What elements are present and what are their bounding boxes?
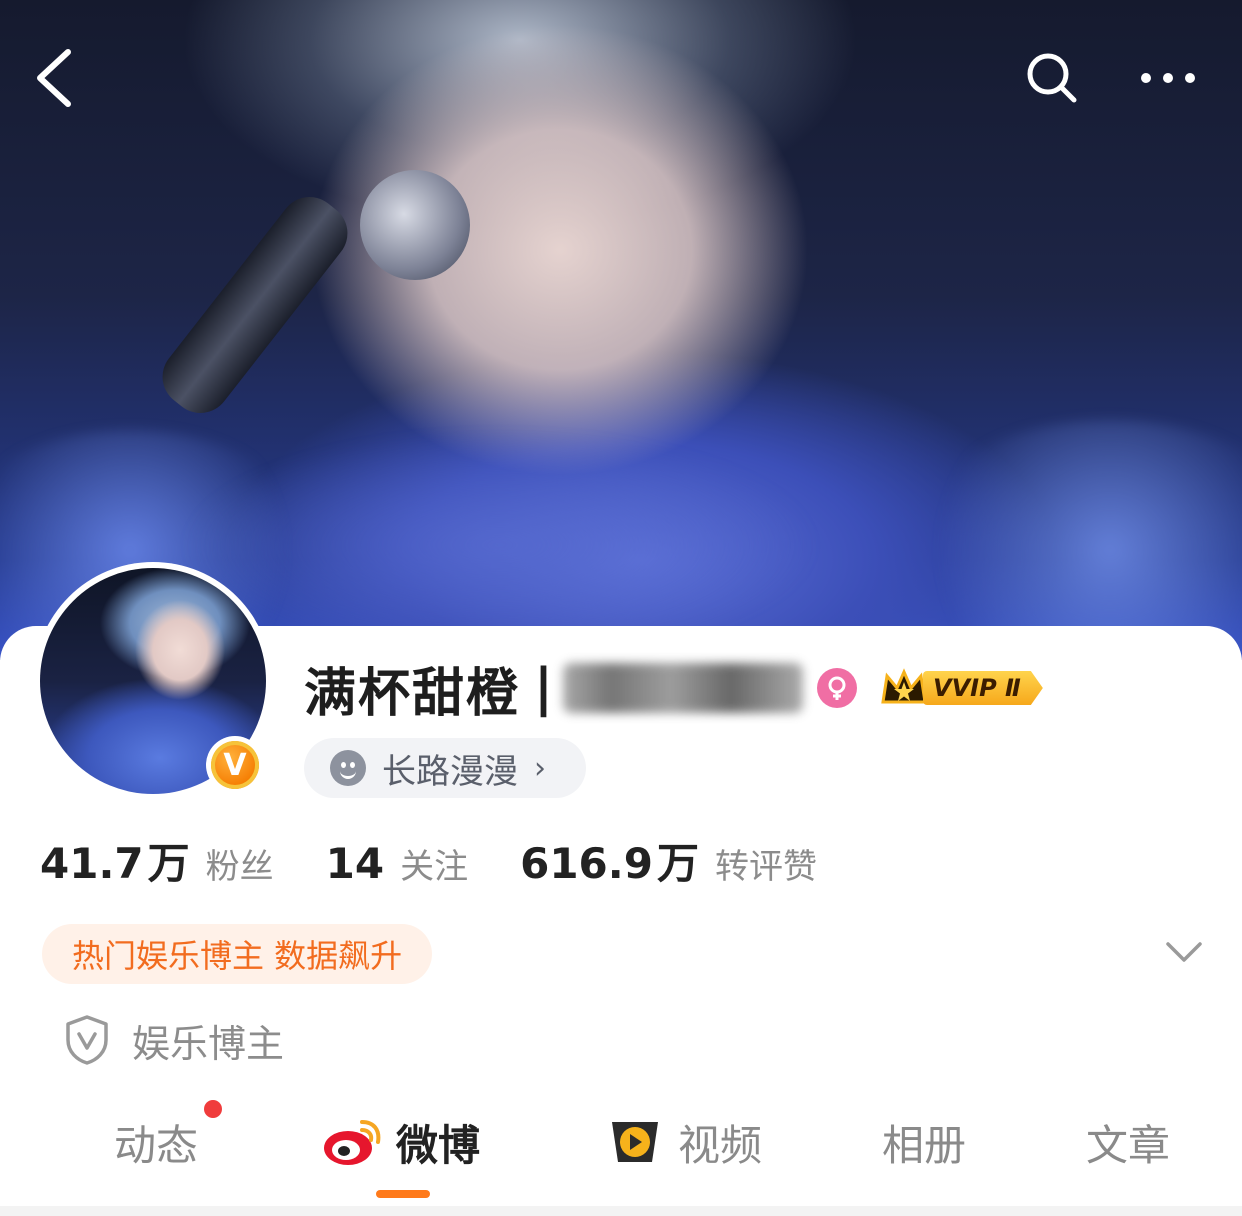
category-row[interactable]: 娱乐博主 xyxy=(64,1010,284,1070)
interactions-count: 616.9 xyxy=(520,839,653,888)
smile-icon xyxy=(330,750,366,786)
shield-v-icon xyxy=(66,1015,108,1065)
chevron-left-icon xyxy=(37,49,71,107)
stats-row: 41.7 万 粉丝 14 关注 616.9 万 转评赞 xyxy=(40,830,869,894)
name-row: 满杯甜橙 | VVIP Ⅱ xyxy=(304,650,1043,726)
cover-microphone-head xyxy=(360,170,470,280)
redacted-username-suffix xyxy=(563,663,804,713)
vvip-badge[interactable]: VVIP Ⅱ xyxy=(879,668,1043,708)
followers-stat[interactable]: 41.7 万 粉丝 xyxy=(40,830,274,891)
tab-feed[interactable]: 动态 xyxy=(114,1106,198,1178)
tab-articles[interactable]: 文章 xyxy=(1086,1106,1170,1178)
tab-feed-notification-dot xyxy=(204,1100,222,1118)
interactions-stat[interactable]: 616.9 万 转评赞 xyxy=(520,830,817,891)
profile-tabs: 动态 微博 视频 相册 文章 xyxy=(0,1100,1242,1186)
category-label: 娱乐博主 xyxy=(132,1021,285,1066)
weibo-logo-icon xyxy=(324,1120,381,1165)
signature-text: 长路漫漫 xyxy=(382,751,518,792)
search-icon xyxy=(1027,53,1077,103)
following-count: 14 xyxy=(325,839,385,888)
more-button[interactable] xyxy=(1128,38,1208,118)
tab-album[interactable]: 相册 xyxy=(882,1106,966,1178)
following-label: 关注 xyxy=(400,847,469,887)
following-stat[interactable]: 14 关注 xyxy=(326,839,468,888)
username: 满杯甜橙 xyxy=(304,663,521,724)
cover-microphone-handle xyxy=(150,184,360,426)
more-horizontal-icon xyxy=(1141,73,1195,83)
hot-blogger-tag[interactable]: 热门娱乐博主 数据飙升 xyxy=(42,924,433,984)
crown-icon xyxy=(881,668,927,704)
tab-album-label: 相册 xyxy=(882,1120,967,1170)
verified-badge[interactable]: V xyxy=(206,736,264,794)
video-play-icon xyxy=(612,1122,658,1162)
vvip-label: VVIP Ⅱ xyxy=(923,671,1043,705)
followers-count: 41.7 xyxy=(40,839,144,888)
search-button[interactable] xyxy=(1012,38,1092,118)
tab-feed-label: 动态 xyxy=(114,1120,199,1170)
tab-weibo-label: 微博 xyxy=(396,1120,481,1170)
tab-weibo[interactable]: 微博 xyxy=(322,1106,480,1178)
interactions-unit: 万 xyxy=(656,839,699,888)
active-tab-indicator xyxy=(376,1190,430,1198)
username-separator: | xyxy=(534,658,554,718)
followers-unit: 万 xyxy=(147,839,190,888)
interactions-label: 转评赞 xyxy=(714,847,817,887)
followers-label: 粉丝 xyxy=(205,847,274,887)
chevron-right-icon: › xyxy=(534,750,546,786)
chevron-down-icon[interactable] xyxy=(1160,928,1208,976)
section-divider xyxy=(0,1206,1242,1216)
verified-v-icon: V xyxy=(211,741,259,789)
tab-video[interactable]: 视频 xyxy=(604,1106,762,1178)
tab-articles-label: 文章 xyxy=(1086,1120,1171,1170)
tab-video-label: 视频 xyxy=(678,1120,763,1170)
signature-button[interactable]: 长路漫漫 › xyxy=(304,738,586,798)
female-gender-icon xyxy=(817,668,858,708)
cover-light-right xyxy=(900,420,1242,660)
back-button[interactable] xyxy=(14,38,94,118)
